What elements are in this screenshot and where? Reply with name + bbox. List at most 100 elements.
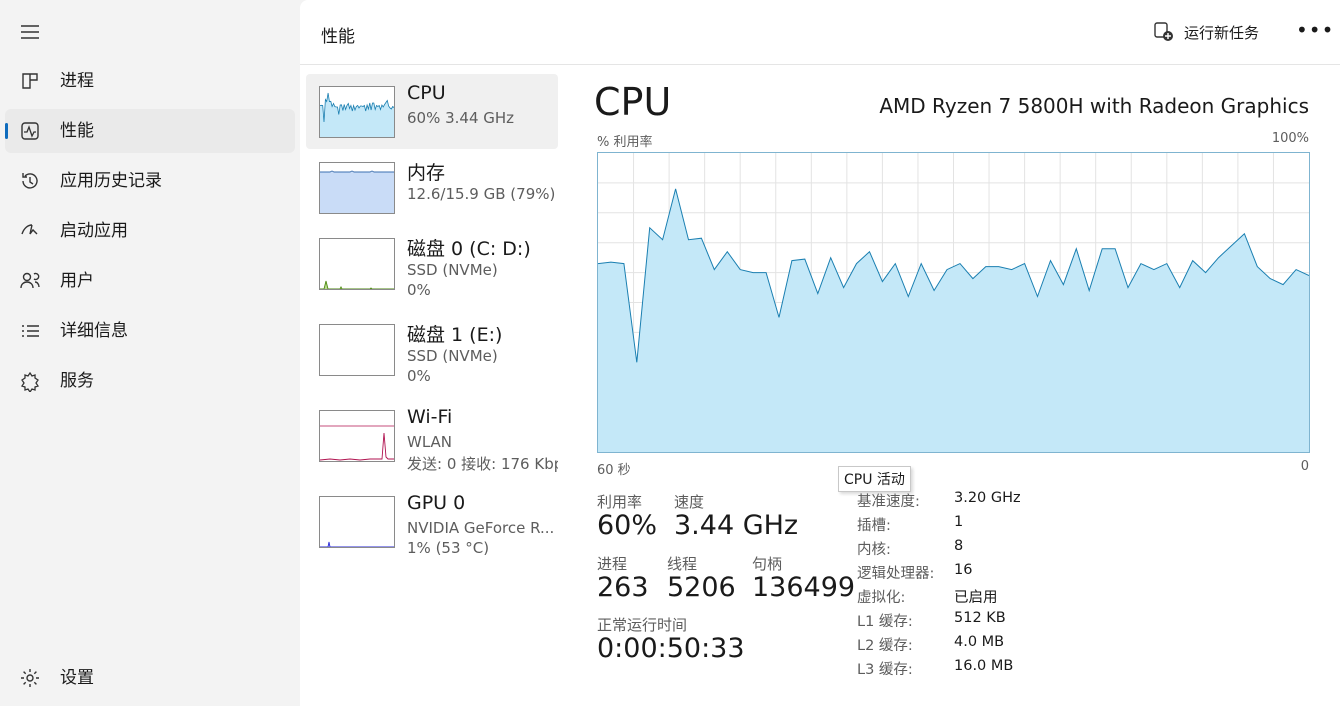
processes-icon [22,73,38,89]
spec-value: 8 [954,538,964,554]
handles-label: 句柄 [752,555,783,573]
nav-item-settings[interactable]: 设置 [5,656,295,700]
spec-key: 插槽: [857,518,891,534]
spec-key: 虚拟化: [857,590,906,606]
history-icon [22,173,38,189]
nav-pane: 进程 性能 应用历史记录 启动应用 用户 详细信息 服务 设置 [0,0,300,706]
resource-item-gpu-0[interactable]: GPU 0 NVIDIA GeForce R... 1% (53 °C) [306,484,558,559]
resource-detail: SSD (NVMe) [407,261,498,279]
spec-value: 1 [954,514,964,530]
spec-key: L1 缓存: [857,614,913,630]
utilization-label: 利用率 [597,493,643,511]
resource-usage: 发送: 0 接收: 176 Kbps [407,455,558,473]
resource-item-disk-1[interactable]: 磁盘 1 (E:) SSD (NVMe) 0% [306,312,558,387]
resource-item-disk-0[interactable]: 磁盘 0 (C: D:) SSD (NVMe) 0% [306,226,558,301]
nav-item-label: 服务 [60,371,94,391]
nav-item-label: 详细信息 [60,321,128,341]
graph-y-label: % 利用率 [597,135,653,150]
resource-name: GPU 0 [407,492,466,514]
nav-item-label: 用户 [60,271,94,291]
resource-item-cpu[interactable]: CPU 60% 3.44 GHz [306,74,558,149]
handles-value: 136499 [752,572,856,603]
hamburger-menu-icon[interactable] [18,20,42,44]
speed-value: 3.44 GHz [674,510,799,541]
resource-detail: NVIDIA GeForce R... [407,519,555,537]
wifi-thumbnail-line [320,432,394,461]
cpu-activity-tooltip: CPU 活动 [838,466,911,492]
disk1-thumbnail [319,324,395,376]
memory-thumbnail-line [320,170,394,173]
cpu-model-name: AMD Ryzen 7 5800H with Radeon Graphics [879,94,1309,118]
disk0-thumbnail [319,238,395,290]
resource-detail: WLAN [407,433,453,451]
spec-value: 已启用 [954,590,998,606]
threads-label: 线程 [667,555,698,573]
nav-item-label: 设置 [60,668,94,688]
nav-item-details[interactable]: 详细信息 [5,309,295,353]
cpu-thumbnail [319,86,395,138]
resource-usage: 0% [407,281,431,299]
spec-value: 3.20 GHz [954,490,1021,506]
cpu-utilization-graph [597,152,1310,453]
spec-key: L2 缓存: [857,638,913,654]
utilization-value: 60% [597,510,658,541]
memory-thumbnail [319,162,395,214]
nav-item-processes[interactable]: 进程 [5,59,295,103]
services-icon [20,371,40,392]
gpu0-thumbnail [319,496,395,548]
nav-item-performance[interactable]: 性能 [5,109,295,153]
resource-name: CPU [407,82,446,104]
active-indicator [5,123,8,139]
details-icon [22,325,39,337]
new-task-icon [1154,22,1173,41]
nav-item-users[interactable]: 用户 [5,259,295,303]
graph-x-end: 0 [1300,459,1309,474]
gear-icon [21,669,39,687]
resource-name: 内存 [407,162,446,184]
startup-icon [21,224,38,235]
cpu-thumbnail-area [320,93,394,137]
graph-y-max: 100% [1271,131,1309,146]
spec-key: 内核: [857,542,891,558]
run-new-task-label: 运行新任务 [1184,24,1260,42]
spec-key: 逻辑处理器: [857,566,935,582]
nav-item-label: 性能 [60,121,94,141]
spec-value: 4.0 MB [954,634,1005,650]
threads-value: 5206 [667,572,736,603]
resource-item-wifi[interactable]: Wi-Fi WLAN 发送: 0 接收: 176 Kbps [306,398,558,473]
resource-detail: 60% 3.44 GHz [407,109,515,127]
uptime-label: 正常运行时间 [597,616,688,634]
resource-list: CPU 60% 3.44 GHz 内存 12.6/15.9 GB (79%) 磁… [300,64,568,704]
nav-item-label: 进程 [60,71,94,91]
resource-detail: SSD (NVMe) [407,347,498,365]
spec-value: 512 KB [954,610,1006,626]
nav-item-startup-apps[interactable]: 启动应用 [5,209,295,253]
nav-item-label: 应用历史记录 [60,171,162,191]
spec-value: 16 [954,562,973,578]
disk0-thumbnail-line [320,280,394,289]
graph-x-start: 60 秒 [597,463,631,478]
spec-key: 基准速度: [857,494,920,510]
nav-item-services[interactable]: 服务 [5,359,295,403]
resource-detail: 12.6/15.9 GB (79%) [407,185,556,203]
spec-value: 16.0 MB [954,658,1014,674]
nav-item-app-history[interactable]: 应用历史记录 [5,159,295,203]
more-options-button[interactable]: ••• [1296,20,1333,44]
processes-value: 263 [597,572,649,603]
spec-key: L3 缓存: [857,662,913,678]
cpu-detail-panel: CPU AMD Ryzen 7 5800H with Radeon Graphi… [594,64,1314,704]
resource-name: 磁盘 0 (C: D:) [407,238,531,260]
resource-name: 磁盘 1 (E:) [407,324,503,346]
users-icon [20,272,40,289]
resource-usage: 0% [407,367,431,385]
resource-item-memory[interactable]: 内存 12.6/15.9 GB (79%) [306,150,558,225]
gpu0-thumbnail-line [320,541,394,547]
speed-label: 速度 [674,493,705,511]
performance-icon [21,122,39,140]
memory-thumbnail-area [320,172,394,213]
page-title: 性能 [321,27,355,47]
detail-title: CPU [594,80,672,124]
wifi-thumbnail [319,410,395,462]
resource-usage: 1% (53 °C) [407,539,490,557]
uptime-value: 0:00:50:33 [597,633,745,664]
